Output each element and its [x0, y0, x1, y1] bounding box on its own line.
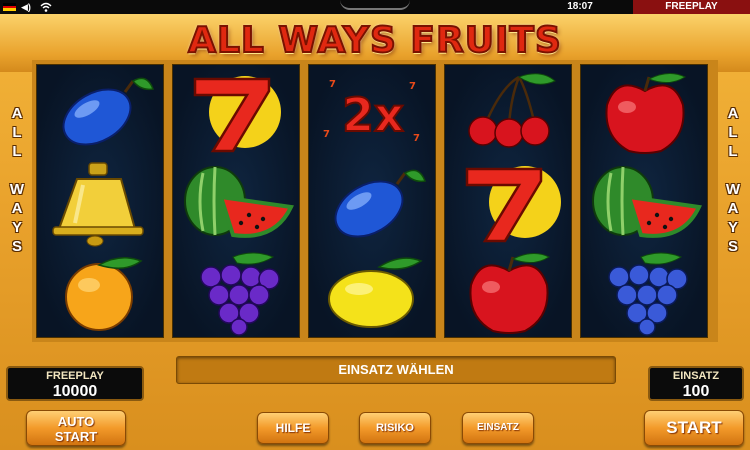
side-letter: S — [727, 238, 738, 255]
reel-4 — [444, 64, 572, 338]
grapes-icon — [581, 247, 709, 337]
side-letter: L — [728, 124, 738, 141]
bet-display: EINSATZ 100 — [648, 366, 744, 401]
freeplay-label: FREEPLAY — [46, 370, 104, 382]
seven-icon — [173, 67, 301, 157]
side-letter: A — [11, 105, 23, 122]
side-letter: W — [725, 181, 741, 198]
svg-text:7: 7 — [323, 129, 330, 140]
watermelon-icon — [581, 157, 709, 247]
orange-icon — [37, 247, 165, 337]
multiplier-2x-icon: 7 7 7 7 2x — [309, 67, 437, 157]
auto-start-label-1: AUTO — [57, 414, 95, 429]
side-letter: S — [11, 238, 22, 255]
bell-icon — [37, 157, 165, 247]
game-title: ALL WAYS FRUITS — [187, 19, 562, 62]
grapes-icon — [173, 247, 301, 337]
einsatz-value: 100 — [682, 383, 710, 400]
reel-2 — [172, 64, 300, 338]
svg-text:7: 7 — [413, 133, 420, 144]
wifi-icon — [40, 2, 52, 12]
cherries-icon — [445, 67, 573, 157]
reel-5 — [580, 64, 708, 338]
german-flag-icon[interactable] — [3, 3, 16, 11]
side-letter: W — [9, 181, 25, 198]
start-button[interactable]: START — [644, 410, 744, 446]
einsatz-label: EINSATZ — [672, 370, 720, 382]
freeplay-balance: FREEPLAY 10000 — [6, 366, 144, 401]
svg-text:7: 7 — [329, 79, 336, 90]
multiplier-text: 2x — [342, 88, 404, 142]
message-bar: EINSATZ WÄHLEN — [176, 356, 616, 384]
side-spacer — [5, 161, 29, 180]
side-letter: A — [11, 200, 23, 217]
einsatz-button[interactable]: EINSATZ — [462, 412, 534, 444]
apple-icon — [581, 67, 709, 157]
lemon-icon — [309, 247, 437, 337]
side-letter: A — [727, 105, 739, 122]
seven-icon — [445, 157, 573, 247]
plum-icon — [37, 67, 165, 157]
plum-icon — [309, 157, 437, 247]
auto-start-button[interactable]: AUTO START — [26, 410, 126, 446]
mode-indicator: FREEPLAY — [633, 0, 750, 14]
apple-icon — [445, 247, 573, 337]
side-letter: L — [12, 124, 22, 141]
side-letter: Y — [727, 219, 738, 236]
side-letter: Y — [11, 219, 22, 236]
menu-pull-tab[interactable] — [340, 0, 410, 10]
watermelon-icon — [173, 157, 301, 247]
status-bar: ◀) 18:07 FREEPLAY — [0, 0, 750, 14]
side-letter: L — [728, 143, 738, 160]
side-letter: L — [12, 143, 22, 160]
reel-area: 7 7 7 7 2x — [32, 60, 718, 342]
risiko-button[interactable]: RISIKO — [359, 412, 431, 444]
speaker-icon[interactable]: ◀) — [21, 1, 37, 13]
auto-start-label-2: START — [54, 429, 98, 444]
side-letter: A — [727, 200, 739, 217]
side-label-right: A L L W A Y S — [721, 104, 745, 256]
hilfe-button[interactable]: HILFE — [257, 412, 329, 444]
clock: 18:07 — [567, 1, 593, 12]
reel-1 — [36, 64, 164, 338]
side-label-left: A L L W A Y S — [5, 104, 29, 256]
svg-text:7: 7 — [409, 81, 416, 92]
freeplay-value: 10000 — [52, 383, 98, 400]
side-spacer — [721, 161, 745, 180]
reel-3: 7 7 7 7 2x — [308, 64, 436, 338]
